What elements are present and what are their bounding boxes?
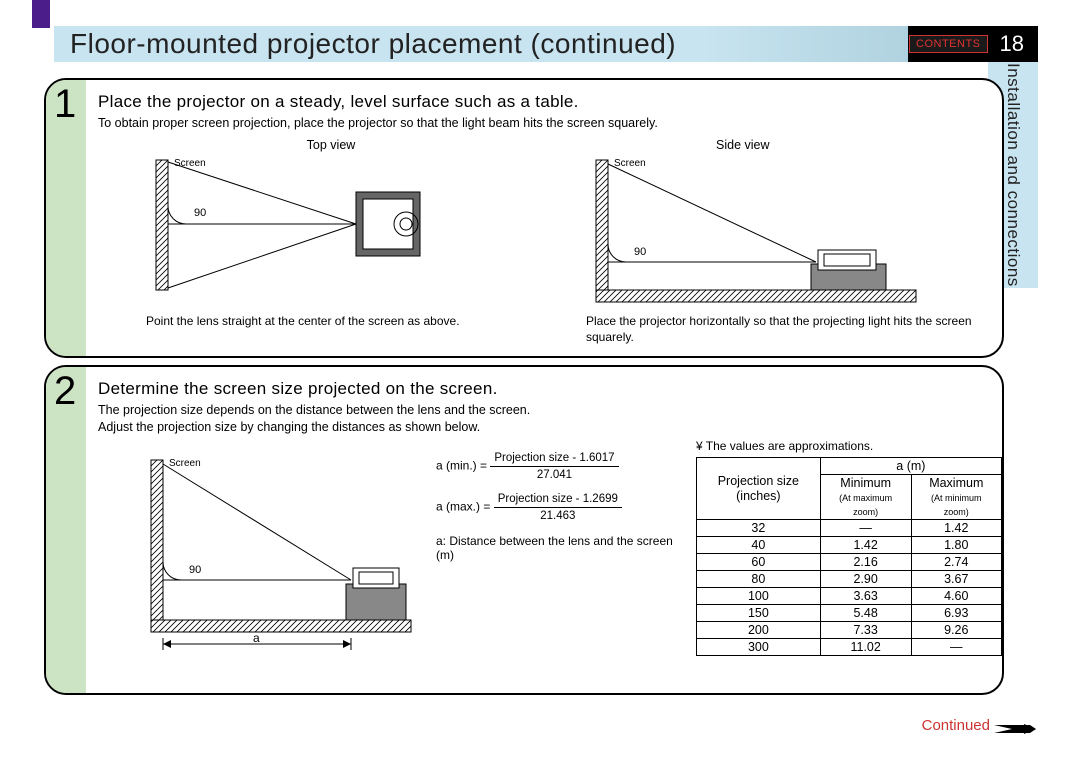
step-number: 2 bbox=[54, 369, 76, 414]
amin-top: Projection size - 1.6017 bbox=[490, 452, 618, 467]
angle-label: 90 bbox=[194, 207, 206, 219]
table-cell: 1.80 bbox=[911, 537, 1001, 554]
table-cell: 60 bbox=[697, 554, 821, 571]
svg-text:Screen: Screen bbox=[169, 458, 201, 469]
step-strip bbox=[46, 367, 86, 693]
continued-label: Continued bbox=[922, 717, 990, 734]
table-cell: 200 bbox=[697, 622, 821, 639]
step-heading: Determine the screen size projected on t… bbox=[98, 379, 498, 399]
top-view-diagram: Top view 90 Screen Point the lens straig… bbox=[146, 138, 516, 329]
section-tab-label: Installation and connections bbox=[1003, 63, 1023, 287]
page-title: Floor-mounted projector placement (conti… bbox=[70, 28, 676, 60]
table-cell: 1.42 bbox=[911, 520, 1001, 537]
table-cell: 3.67 bbox=[911, 571, 1001, 588]
table-row: 2007.339.26 bbox=[697, 622, 1002, 639]
distance-svg: 90 Screen a bbox=[141, 452, 421, 652]
table-cell: 5.48 bbox=[820, 605, 911, 622]
th-am: a (m) bbox=[820, 458, 1001, 475]
svg-text:90: 90 bbox=[189, 564, 201, 576]
top-view-label: Top view bbox=[146, 138, 516, 152]
side-view-caption: Place the projector horizontally so that… bbox=[586, 313, 986, 345]
table-cell: 6.93 bbox=[911, 605, 1001, 622]
approx-note: ¥ The values are approximations. bbox=[696, 439, 873, 453]
continued-arrow-icon bbox=[994, 720, 1036, 734]
formula-note: a: Distance between the lens and the scr… bbox=[436, 534, 686, 562]
table-cell: 2.16 bbox=[820, 554, 911, 571]
formulas: a (min.) = Projection size - 1.6017 27.0… bbox=[436, 452, 686, 562]
table-row: 802.903.67 bbox=[697, 571, 1002, 588]
table-cell: 9.26 bbox=[911, 622, 1001, 639]
side-view-diagram: Side view 90 Screen Place the projector … bbox=[586, 138, 986, 345]
table-cell: 2.74 bbox=[911, 554, 1001, 571]
table-row: 30011.02— bbox=[697, 639, 1002, 656]
table-row: 1505.486.93 bbox=[697, 605, 1002, 622]
table-cell: 2.90 bbox=[820, 571, 911, 588]
th-max: Maximum bbox=[929, 476, 983, 490]
th-min: Minimum bbox=[840, 476, 891, 490]
th-max-sub: (At minimum zoom) bbox=[931, 493, 982, 517]
amax-top: Projection size - 1.2699 bbox=[494, 493, 622, 508]
formula-amax: a (max.) = Projection size - 1.2699 21.4… bbox=[436, 493, 686, 522]
svg-text:90: 90 bbox=[634, 246, 646, 258]
page-corner: CONTENTS 18 bbox=[908, 26, 1038, 62]
table-cell: 7.33 bbox=[820, 622, 911, 639]
projection-table: Projection size (inches) a (m) Minimum (A… bbox=[696, 457, 1002, 656]
top-view-svg: 90 Screen bbox=[146, 152, 456, 307]
top-view-caption: Point the lens straight at the center of… bbox=[146, 313, 526, 329]
svg-text:a: a bbox=[253, 631, 260, 645]
step-1-panel: 1 Place the projector on a steady, level… bbox=[44, 78, 1004, 358]
th-min-sub: (At maximum zoom) bbox=[839, 493, 892, 517]
step-subtext: The projection size depends on the dista… bbox=[98, 402, 698, 436]
table-cell: — bbox=[820, 520, 911, 537]
th-size: Projection size (inches) bbox=[718, 474, 799, 503]
amax-label: a (max.) = bbox=[436, 500, 490, 514]
side-view-label: Side view bbox=[586, 138, 986, 152]
step-number: 1 bbox=[54, 82, 76, 127]
table-cell: 1.42 bbox=[820, 537, 911, 554]
contents-button[interactable]: CONTENTS bbox=[909, 35, 988, 53]
table-cell: 11.02 bbox=[820, 639, 911, 656]
table-row: 401.421.80 bbox=[697, 537, 1002, 554]
amin-label: a (min.) = bbox=[436, 459, 487, 473]
formula-amin: a (min.) = Projection size - 1.6017 27.0… bbox=[436, 452, 686, 481]
distance-diagram: 90 Screen a bbox=[141, 452, 421, 652]
table-cell: 32 bbox=[697, 520, 821, 537]
page-number: 18 bbox=[1000, 31, 1024, 57]
step-2-panel: 2 Determine the screen size projected on… bbox=[44, 365, 1004, 695]
table-row: 32—1.42 bbox=[697, 520, 1002, 537]
svg-text:Screen: Screen bbox=[614, 158, 646, 169]
table-cell: — bbox=[911, 639, 1001, 656]
table-cell: 100 bbox=[697, 588, 821, 605]
amax-bot: 21.463 bbox=[494, 508, 622, 522]
step-heading: Place the projector on a steady, level s… bbox=[98, 92, 579, 112]
table-cell: 150 bbox=[697, 605, 821, 622]
side-view-svg: 90 Screen bbox=[586, 152, 926, 307]
table-cell: 80 bbox=[697, 571, 821, 588]
step-subtext: To obtain proper screen projection, plac… bbox=[98, 115, 978, 132]
table-cell: 300 bbox=[697, 639, 821, 656]
amin-bot: 27.041 bbox=[490, 467, 618, 481]
page-header: Floor-mounted projector placement (conti… bbox=[54, 26, 978, 62]
table-cell: 3.63 bbox=[820, 588, 911, 605]
table-cell: 4.60 bbox=[911, 588, 1001, 605]
decorative-tab bbox=[32, 0, 50, 28]
table-row: 1003.634.60 bbox=[697, 588, 1002, 605]
table-row: 602.162.74 bbox=[697, 554, 1002, 571]
table-cell: 40 bbox=[697, 537, 821, 554]
screen-label: Screen bbox=[174, 158, 206, 169]
